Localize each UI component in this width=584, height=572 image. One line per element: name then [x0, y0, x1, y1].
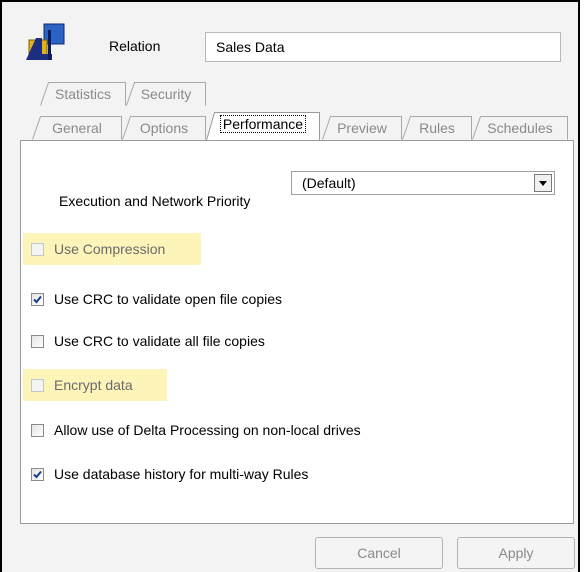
- priority-value: (Default): [302, 175, 356, 191]
- encrypt-data-checkbox[interactable]: [31, 378, 44, 392]
- tab-performance[interactable]: Performance: [206, 112, 320, 141]
- option-crc-all-copies[interactable]: Use CRC to validate all file copies: [31, 329, 265, 353]
- tab-preview-label: Preview: [337, 120, 387, 136]
- option-use-compression[interactable]: Use Compression: [31, 237, 165, 261]
- priority-label: Execution and Network Priority: [59, 193, 251, 209]
- tab-security[interactable]: Security: [126, 82, 206, 106]
- dialog-window: Relation Statistics Security General Opt…: [0, 0, 580, 572]
- tab-performance-label: Performance: [219, 115, 307, 133]
- performance-panel: Execution and Network Priority (Default)…: [20, 140, 574, 524]
- crc-all-copies-label: Use CRC to validate all file copies: [54, 333, 265, 349]
- use-compression-checkbox[interactable]: [31, 242, 44, 256]
- option-database-history[interactable]: Use database history for multi-way Rules: [31, 462, 308, 486]
- tab-general[interactable]: General: [32, 116, 122, 140]
- tab-schedules[interactable]: Schedules: [472, 116, 568, 140]
- checkmark-icon: [33, 470, 42, 478]
- database-history-checkbox[interactable]: [31, 467, 44, 481]
- option-crc-open-copies[interactable]: Use CRC to validate open file copies: [31, 287, 282, 311]
- tab-options-label: Options: [139, 120, 189, 136]
- relation-app-icon: [26, 23, 65, 60]
- crc-all-copies-checkbox[interactable]: [31, 334, 44, 348]
- crc-open-copies-checkbox[interactable]: [31, 292, 44, 306]
- encrypt-data-label: Encrypt data: [54, 377, 133, 393]
- apply-button[interactable]: Apply: [457, 537, 575, 569]
- dropdown-arrow-icon[interactable]: [534, 174, 552, 192]
- tab-options[interactable]: Options: [122, 116, 206, 140]
- option-delta-processing[interactable]: Allow use of Delta Processing on non-loc…: [31, 418, 361, 442]
- delta-processing-checkbox[interactable]: [31, 423, 44, 437]
- database-history-label: Use database history for multi-way Rules: [54, 466, 309, 482]
- tab-rules[interactable]: Rules: [402, 116, 472, 140]
- tab-statistics-label: Statistics: [54, 86, 111, 102]
- crc-open-copies-label: Use CRC to validate open file copies: [54, 291, 283, 307]
- relation-label: Relation: [109, 38, 161, 54]
- delta-processing-label: Allow use of Delta Processing on non-loc…: [54, 422, 361, 438]
- tab-security-label: Security: [140, 86, 192, 102]
- tab-schedules-label: Schedules: [487, 120, 553, 136]
- tab-rules-label: Rules: [419, 120, 455, 136]
- priority-select[interactable]: (Default): [291, 171, 555, 195]
- option-encrypt-data[interactable]: Encrypt data: [31, 373, 133, 397]
- tab-statistics[interactable]: Statistics: [40, 82, 126, 106]
- checkmark-icon: [33, 295, 42, 303]
- tab-general-label: General: [52, 120, 102, 136]
- use-compression-label: Use Compression: [54, 241, 166, 257]
- relation-name-input[interactable]: [205, 32, 561, 62]
- cancel-button[interactable]: Cancel: [315, 537, 443, 569]
- tab-preview[interactable]: Preview: [322, 116, 402, 140]
